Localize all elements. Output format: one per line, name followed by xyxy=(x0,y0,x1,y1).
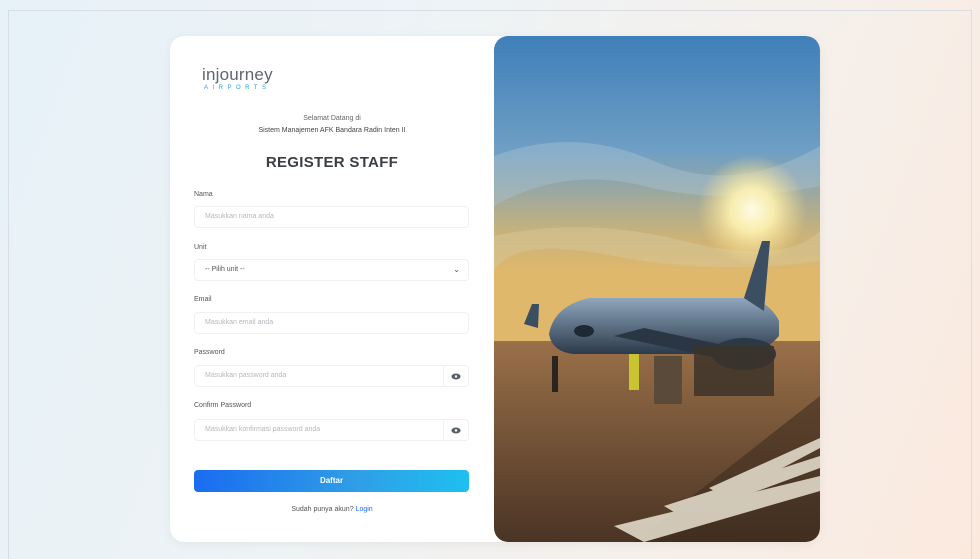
email-input[interactable]: Masukkan email anda xyxy=(194,312,469,334)
daftar-button[interactable]: Daftar xyxy=(194,470,469,492)
login-prompt-text: Sudah punya akun? xyxy=(291,506,354,513)
login-prompt: Sudah punya akun? Login xyxy=(170,506,494,513)
confirm-password-placeholder: Masukkan konfirmasi password anda xyxy=(205,426,321,433)
injourney-logo: injourney AIRPORTS xyxy=(202,66,273,91)
chevron-down-icon: ⌄ xyxy=(453,265,460,274)
password-input[interactable]: Masukkan password anda xyxy=(194,365,469,387)
unit-select-value: -- Pilih unit -- xyxy=(205,266,245,273)
page-title: REGISTER STAFF xyxy=(265,154,399,171)
nama-input[interactable]: Masukkan nama anda xyxy=(194,206,469,228)
register-card: injourney AIRPORTS Selamat Datang di Sis… xyxy=(170,36,820,542)
unit-label: Unit xyxy=(194,244,207,251)
nama-label: Nama xyxy=(194,191,213,198)
eye-icon[interactable] xyxy=(443,366,468,386)
password-placeholder: Masukkan password anda xyxy=(205,372,287,379)
password-label: Password xyxy=(194,349,225,356)
confirm-password-input[interactable]: Masukkan konfirmasi password anda xyxy=(194,419,469,441)
unit-select[interactable]: -- Pilih unit -- ⌄ xyxy=(194,259,469,281)
logo-wordmark: injourney xyxy=(202,65,273,84)
logo-subtitle: AIRPORTS xyxy=(204,85,271,91)
system-name: Sistem Manajemen AFK Bandara Radin Inten… xyxy=(258,127,406,134)
register-form: injourney AIRPORTS Selamat Datang di Sis… xyxy=(170,36,494,542)
confirm-password-label: Confirm Password xyxy=(194,402,252,409)
airplane-illustration xyxy=(494,36,820,542)
login-link[interactable]: Login xyxy=(356,506,373,513)
eye-icon[interactable] xyxy=(443,420,468,440)
welcome-line: Selamat Datang di xyxy=(303,115,361,122)
airport-photo xyxy=(494,36,820,542)
email-label: Email xyxy=(194,296,212,303)
welcome-text: Selamat Datang di Sistem Manajemen AFK B… xyxy=(170,113,494,137)
